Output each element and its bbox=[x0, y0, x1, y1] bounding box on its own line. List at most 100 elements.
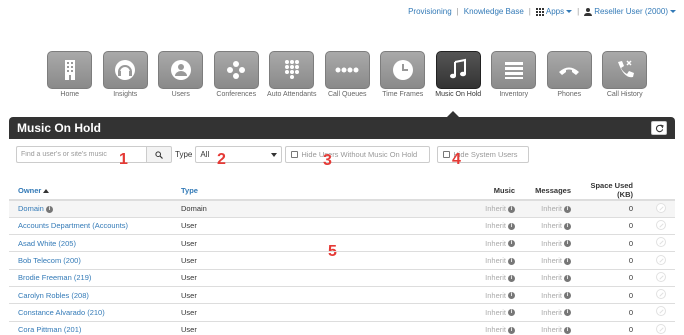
info-icon: i bbox=[564, 292, 571, 300]
actions-column-header bbox=[642, 181, 675, 201]
annotation-2: 2 bbox=[217, 151, 226, 168]
nav-music-on-hold[interactable]: Music On Hold bbox=[431, 51, 487, 99]
owner-column-header[interactable]: Owner bbox=[9, 181, 172, 201]
apps-label[interactable]: Apps bbox=[546, 7, 564, 16]
owner-cell: Accounts Department (Accounts) bbox=[9, 217, 172, 236]
messages-cell[interactable]: Inherit i bbox=[524, 251, 580, 270]
owner-link[interactable]: Constance Alvarado (210) bbox=[18, 308, 105, 317]
chevron-down-icon bbox=[670, 10, 676, 14]
user-menu-label[interactable]: Reseller User (2000) bbox=[594, 7, 668, 16]
nav-call-queues[interactable]: Call Queues bbox=[320, 51, 376, 99]
nav-time-frames[interactable]: Time Frames bbox=[375, 51, 431, 99]
sort-ascending-icon bbox=[43, 188, 50, 193]
users-icon bbox=[158, 51, 204, 89]
disable-icon[interactable] bbox=[656, 306, 666, 317]
owner-link[interactable]: Bob Telecom (200) bbox=[18, 256, 81, 265]
nav-label: Auto Attendants bbox=[267, 91, 317, 98]
nav-label: Music On Hold bbox=[435, 91, 482, 98]
checkbox[interactable] bbox=[291, 151, 299, 158]
music-cell[interactable]: Inherit i bbox=[412, 303, 524, 322]
disable-icon[interactable] bbox=[656, 323, 666, 334]
type-cell: User bbox=[172, 251, 412, 270]
headset-icon bbox=[102, 51, 148, 89]
music-cell[interactable]: Inherit i bbox=[412, 321, 524, 335]
space-used-cell: 0 bbox=[580, 217, 642, 236]
nav-home[interactable]: Home bbox=[42, 51, 98, 99]
nav-auto-attendants[interactable]: Auto Attendants bbox=[264, 51, 320, 99]
phone-icon bbox=[546, 51, 592, 89]
chevron-down-icon bbox=[271, 152, 278, 157]
space-used-cell: 0 bbox=[580, 286, 642, 305]
hide-users-without-music-toggle[interactable]: Hide Users Without Music On Hold bbox=[285, 146, 431, 163]
action-cell bbox=[642, 286, 675, 305]
type-label: Type bbox=[175, 150, 193, 159]
action-cell bbox=[642, 251, 675, 270]
messages-column-header: Messages bbox=[524, 181, 580, 201]
space-used-cell: 0 bbox=[580, 303, 642, 322]
type-cell: User bbox=[172, 217, 412, 236]
messages-cell[interactable]: Inherit i bbox=[524, 286, 580, 305]
disable-icon[interactable] bbox=[656, 219, 666, 230]
owner-link[interactable]: Accounts Department (Accounts) bbox=[18, 221, 128, 230]
nav-inventory[interactable]: Inventory bbox=[486, 51, 542, 99]
space-used-cell: 0 bbox=[580, 200, 642, 218]
search-button[interactable] bbox=[146, 146, 172, 163]
nav-call-history[interactable]: Call History bbox=[597, 51, 653, 99]
info-icon: i bbox=[45, 205, 53, 213]
disable-icon[interactable] bbox=[656, 237, 666, 248]
nav-label: Call Queues bbox=[327, 91, 367, 98]
owner-link[interactable]: Brodie Freeman (219) bbox=[18, 273, 91, 282]
top-navigation: Provisioning | Knowledge Base | Apps | R… bbox=[408, 7, 676, 16]
messages-cell[interactable]: Inherit i bbox=[524, 303, 580, 322]
action-cell bbox=[642, 269, 675, 287]
music-cell[interactable]: Inherit i bbox=[412, 286, 524, 305]
owner-link[interactable]: Asad White (205) bbox=[18, 239, 76, 248]
music-cell[interactable]: Inherit i bbox=[412, 217, 524, 236]
call-history-icon bbox=[602, 51, 648, 89]
disable-icon[interactable] bbox=[656, 289, 666, 300]
messages-cell[interactable]: Inherit i bbox=[524, 234, 580, 253]
music-cell[interactable]: Inherit i bbox=[412, 200, 524, 218]
owner-link[interactable]: Carolyn Robles (208) bbox=[18, 291, 89, 300]
user-menu[interactable]: Reseller User (2000) bbox=[584, 7, 676, 16]
music-cell[interactable]: Inherit i bbox=[412, 234, 524, 253]
owner-link[interactable]: Cora Pittman (201) bbox=[18, 325, 81, 334]
checkbox[interactable] bbox=[443, 151, 451, 158]
messages-cell[interactable]: Inherit i bbox=[524, 217, 580, 236]
info-icon: i bbox=[508, 326, 515, 334]
page-title: Music On Hold bbox=[17, 121, 101, 135]
apps-menu[interactable]: Apps bbox=[535, 7, 573, 16]
music-note-icon bbox=[435, 51, 481, 89]
nav-conferences[interactable]: Conferences bbox=[209, 51, 265, 99]
nav-label: Phones bbox=[557, 91, 582, 98]
messages-cell[interactable]: Inherit i bbox=[524, 321, 580, 335]
music-on-hold-table: Owner Type Music Messages Space Used (KB… bbox=[9, 181, 675, 335]
music-cell[interactable]: Inherit i bbox=[412, 251, 524, 270]
disable-icon[interactable] bbox=[656, 202, 666, 213]
conference-icon bbox=[213, 51, 259, 89]
messages-cell[interactable]: Inherit i bbox=[524, 200, 580, 218]
messages-cell[interactable]: Inherit i bbox=[524, 269, 580, 287]
list-icon bbox=[491, 51, 537, 89]
provisioning-link[interactable]: Provisioning bbox=[408, 7, 452, 16]
music-cell[interactable]: Inherit i bbox=[412, 269, 524, 287]
table-row: Carolyn Robles (208) User Inherit i Inherit i… bbox=[9, 286, 675, 305]
refresh-button[interactable] bbox=[651, 121, 667, 135]
nav-phones[interactable]: Phones bbox=[542, 51, 598, 99]
type-cell: User bbox=[172, 234, 412, 253]
knowledge-base-link[interactable]: Knowledge Base bbox=[464, 7, 524, 16]
disable-icon[interactable] bbox=[656, 271, 666, 282]
disable-icon[interactable] bbox=[656, 254, 666, 265]
owner-cell: Carolyn Robles (208) bbox=[9, 286, 172, 305]
type-select[interactable]: All bbox=[195, 146, 283, 163]
table-row: Brodie Freeman (219) User Inherit i Inherit i… bbox=[9, 269, 675, 287]
main-navigation: Home Insights Users Conferences Auto Att… bbox=[42, 51, 653, 99]
type-column-header[interactable]: Type bbox=[172, 181, 412, 201]
owner-link[interactable]: Domain bbox=[18, 204, 44, 213]
info-icon: i bbox=[508, 309, 515, 317]
nav-insights[interactable]: Insights bbox=[98, 51, 154, 99]
owner-cell: Asad White (205) bbox=[9, 234, 172, 253]
user-icon bbox=[584, 7, 593, 16]
nav-users[interactable]: Users bbox=[153, 51, 209, 99]
space-used-cell: 0 bbox=[580, 321, 642, 335]
